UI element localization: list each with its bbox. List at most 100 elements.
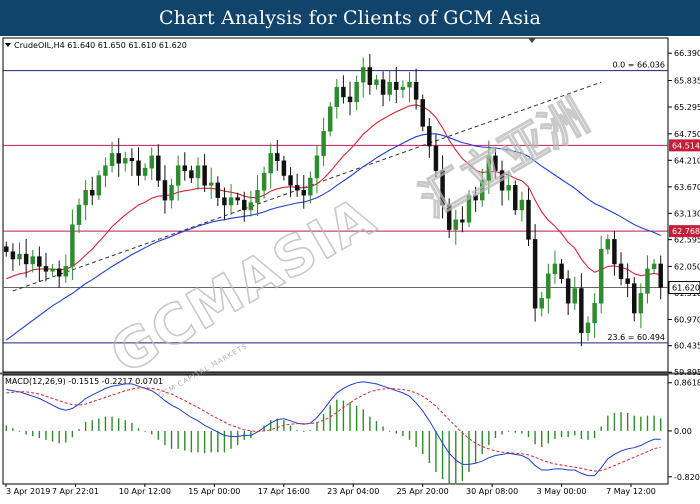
macd-histogram-bar — [554, 430, 556, 439]
macd-histogram-bar — [336, 399, 338, 431]
macd-histogram-bar — [230, 430, 232, 449]
macd-histogram-bar — [111, 416, 113, 431]
candle-body — [585, 322, 591, 333]
macd-histogram-bar — [190, 430, 193, 453]
macd-histogram-bar — [567, 430, 569, 438]
candle-body — [327, 106, 333, 132]
macd-histogram-bar — [84, 421, 87, 431]
x-tick-label: 23 Apr 04:00 — [327, 487, 379, 496]
macd-histogram-bar — [468, 430, 470, 473]
candle-body — [208, 182, 214, 186]
candle-body — [242, 199, 247, 211]
macd-histogram-bar — [461, 430, 464, 481]
candle-body — [559, 263, 564, 279]
macd-y-tick-label: 0.8618 — [674, 379, 700, 388]
candle-body — [90, 190, 95, 196]
candle-body — [308, 177, 313, 196]
macd-histogram-bar — [137, 428, 140, 431]
candle-body — [17, 253, 22, 260]
macd-histogram-bar — [514, 430, 516, 433]
candle-body — [195, 165, 201, 179]
macd-histogram-bar — [5, 425, 8, 431]
candle-body — [175, 165, 181, 186]
y-tick-label: 63.130 — [674, 209, 700, 218]
candle-body — [294, 185, 300, 191]
macd-histogram-bar — [369, 416, 371, 431]
macd-y-tick-label: 0.00 — [674, 427, 692, 436]
candle-body — [638, 293, 644, 314]
macd-histogram-bar — [65, 430, 67, 443]
macd-histogram-bar — [507, 430, 510, 432]
macd-histogram-bar — [494, 430, 497, 439]
y-tick-label: 59.895 — [674, 368, 700, 377]
macd-histogram-bar — [164, 430, 166, 446]
macd-histogram-bar — [527, 430, 530, 438]
candle-body — [43, 266, 49, 272]
candle-body — [565, 278, 571, 304]
macd-histogram-bar — [236, 430, 239, 446]
candle-body — [116, 153, 121, 164]
macd-histogram-bar — [45, 430, 47, 440]
macd-y-tick-label: -0.8204 — [674, 473, 700, 482]
last-price-label: 61.620 — [672, 284, 700, 293]
candle-body — [645, 268, 650, 294]
candle-body — [189, 170, 194, 179]
x-tick-label: 25 Apr 20:00 — [397, 487, 449, 496]
macd-histogram-bar — [474, 430, 477, 464]
candle-body — [156, 155, 161, 181]
macd-histogram-bar — [91, 420, 93, 431]
candle-body — [651, 263, 657, 270]
macd-histogram-bar — [481, 430, 483, 455]
macd-histogram-bar — [441, 430, 444, 480]
candle-body — [347, 96, 353, 103]
x-tick-label: 7 May 12:00 — [606, 487, 656, 496]
macd-histogram-bar — [362, 409, 364, 431]
candle-body — [301, 190, 306, 196]
macd-histogram-bar — [18, 430, 21, 432]
macd-histogram-bar — [633, 415, 635, 431]
candle-body — [96, 175, 102, 196]
macd-histogram-bar — [574, 430, 576, 436]
macd-histogram-bar — [151, 430, 153, 435]
macd-histogram-bar — [51, 430, 54, 442]
macd-histogram-bar — [501, 430, 503, 435]
candle-body — [281, 160, 287, 176]
candle-body — [50, 268, 55, 272]
candle-body — [413, 81, 419, 100]
candle-body — [394, 81, 399, 90]
level-label: 0.0 = 66.036 — [612, 61, 665, 70]
candle-body — [658, 263, 663, 288]
macd-histogram-bar — [435, 430, 437, 473]
x-tick-label: 7 Apr 22:01 — [52, 487, 99, 496]
candle-body — [123, 158, 128, 164]
candle-body — [228, 197, 234, 206]
macd-histogram-bar — [303, 430, 305, 432]
chart-header: Chart Analysis for Clients of GCM Asia — [0, 0, 700, 36]
candle-body — [453, 219, 459, 230]
macd-histogram-bar — [488, 430, 490, 446]
candle-body — [63, 266, 69, 277]
candle-body — [314, 155, 320, 179]
y-tick-label: 66.390 — [674, 49, 700, 58]
macd-histogram-bar — [289, 425, 292, 431]
macd-histogram-bar — [309, 430, 312, 431]
candle-body — [37, 256, 42, 267]
y-tick-label: 60.435 — [674, 342, 700, 351]
macd-histogram-bar — [607, 415, 609, 431]
macd-histogram-bar — [104, 416, 107, 431]
y-tick-label: 65.295 — [674, 103, 700, 112]
macd-histogram-bar — [534, 430, 536, 445]
candle-body — [4, 246, 9, 252]
candle-body — [235, 197, 240, 201]
macd-histogram-bar — [355, 405, 358, 431]
macd-histogram-bar — [32, 430, 34, 437]
candle-body — [76, 204, 82, 225]
macd-histogram-bar — [547, 430, 550, 444]
macd-histogram-bar — [587, 430, 589, 440]
chart-canvas[interactable]: 66.390 65.835 65.295 64.750 64.210 63.670 63.1… — [0, 36, 700, 500]
macd-histogram-bar — [296, 430, 298, 431]
macd-histogram-bar — [653, 415, 655, 431]
macd-histogram-bar — [71, 430, 74, 438]
candle-body — [400, 86, 406, 90]
x-tick-label: 3 Apr 2019 — [6, 487, 50, 496]
